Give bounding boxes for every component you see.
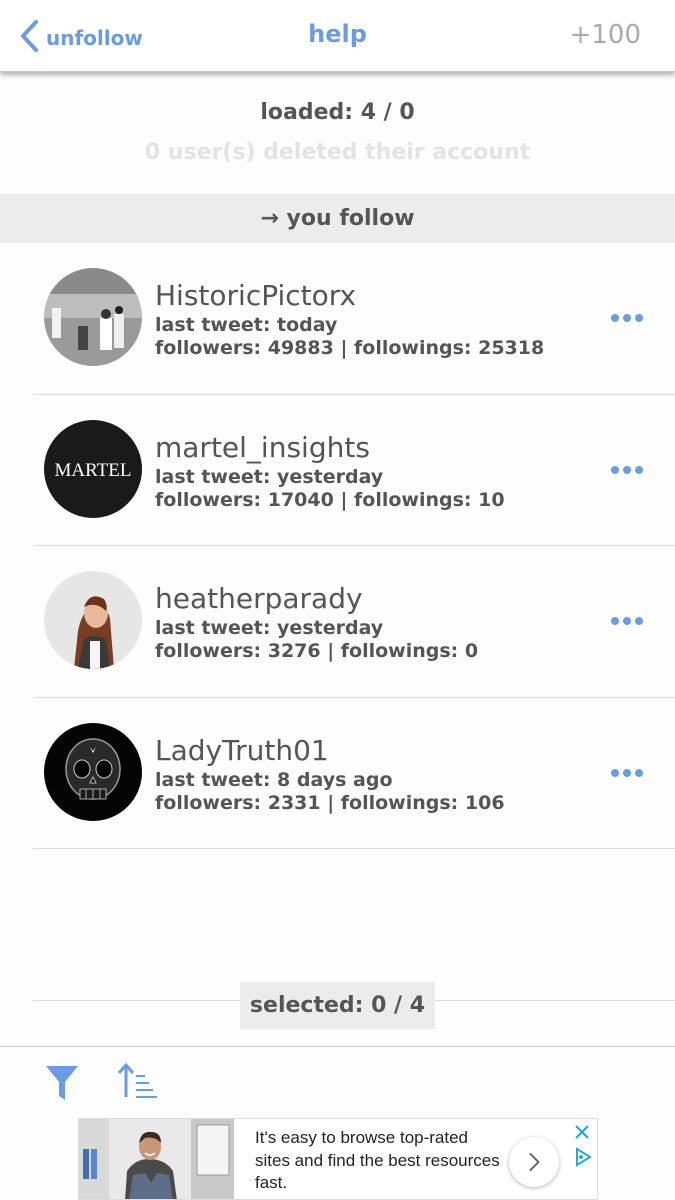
woman-portrait-avatar — [44, 571, 142, 669]
plus-100-button[interactable]: +100 — [570, 20, 641, 50]
ad-image — [79, 1119, 234, 1199]
ad-photo — [79, 1119, 234, 1199]
skull-image-avatar — [44, 722, 142, 821]
more-options-icon[interactable] — [611, 617, 643, 625]
filter-icon[interactable] — [44, 1063, 80, 1103]
loaded-count: loaded: 4 / 0 — [260, 100, 415, 125]
historic-photo-avatar — [44, 268, 142, 366]
ad-next-button[interactable] — [509, 1137, 559, 1187]
last-tweet: last tweet: 8 days ago — [155, 768, 393, 791]
deleted-accounts-text: 0 user(s) deleted their account — [144, 140, 531, 165]
last-tweet: last tweet: today — [155, 314, 338, 336]
user-row[interactable]: LadyTruth01 last tweet: 8 days ago follo… — [33, 698, 675, 849]
username: heatherparady — [155, 582, 363, 615]
follow-stats: followers: 49883 | followings: 25318 — [155, 337, 545, 359]
top-nav-bar: unfollow help +100 — [0, 0, 675, 72]
ad-banner[interactable]: It's easy to browse top-rated sites and … — [78, 1118, 598, 1200]
more-options-icon[interactable] — [611, 768, 643, 777]
follow-stats: followers: 2331 | followings: 106 — [155, 791, 505, 814]
help-button[interactable]: help — [308, 20, 367, 48]
you-follow-section-header: → you follow — [0, 194, 675, 243]
avatar: MARTEL — [44, 419, 142, 518]
username: HistoricPictorx — [155, 279, 357, 312]
avatar — [44, 722, 142, 821]
user-row[interactable]: HistoricPictorx last tweet: today follow… — [33, 243, 675, 395]
user-list: HistoricPictorx last tweet: today follow… — [0, 243, 675, 849]
chevron-right-icon — [529, 1152, 540, 1172]
last-tweet: last tweet: yesterday — [155, 465, 384, 488]
sort-icon[interactable] — [116, 1061, 160, 1101]
close-icon[interactable] — [573, 1123, 591, 1141]
follow-stats: followers: 17040 | followings: 10 — [155, 488, 505, 511]
more-options-icon[interactable] — [611, 465, 643, 474]
user-row[interactable]: MARTEL martel_insights last tweet: yeste… — [33, 395, 675, 546]
avatar — [44, 571, 142, 669]
selected-count: selected: 0 / 4 — [240, 982, 435, 1029]
last-tweet: last tweet: yesterday — [155, 617, 384, 639]
ad-choices-icon[interactable] — [573, 1147, 593, 1167]
username: LadyTruth01 — [155, 733, 329, 767]
more-options-icon[interactable] — [611, 314, 643, 322]
martel-logo-avatar: MARTEL — [44, 419, 142, 518]
martel-logo-text: MARTEL — [55, 460, 132, 481]
avatar — [44, 268, 142, 366]
ad-text: It's easy to browse top-rated sites and … — [255, 1128, 500, 1192]
follow-stats: followers: 3276 | followings: 0 — [155, 640, 479, 662]
username: martel_insights — [155, 430, 370, 464]
user-row[interactable]: heatherparady last tweet: yesterday foll… — [33, 546, 675, 698]
